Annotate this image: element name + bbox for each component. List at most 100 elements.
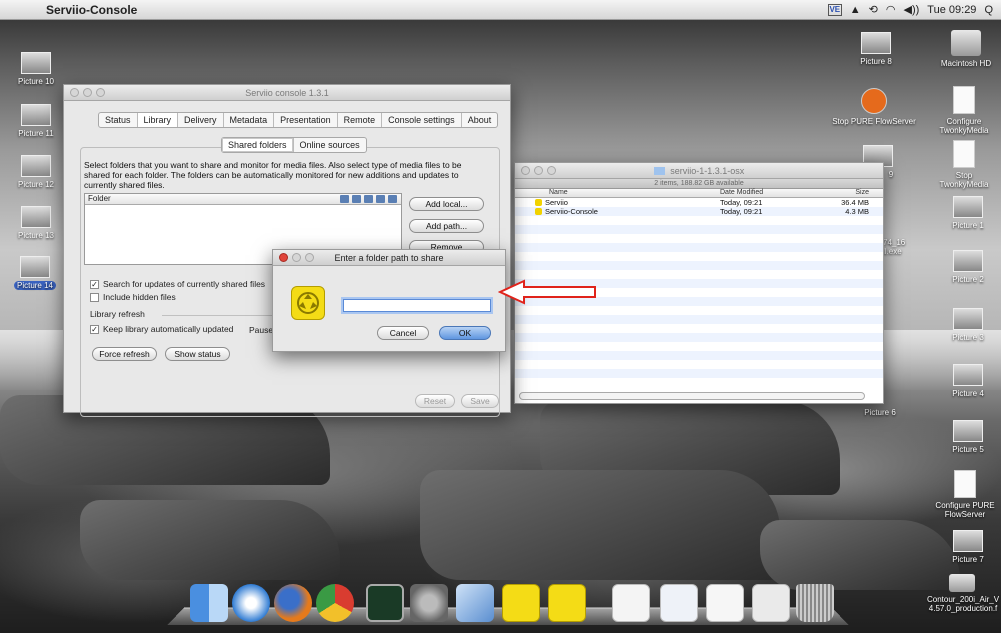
input-menu-icon[interactable]: VE (827, 3, 842, 16)
finder-titlebar[interactable]: serviio-1-1.3.1-osx (515, 163, 883, 179)
trash-icon[interactable] (796, 584, 834, 622)
stack-icon[interactable] (706, 584, 744, 622)
include-hidden-label: Include hidden files (103, 292, 176, 302)
show-status-button[interactable]: Show status (165, 347, 230, 361)
dialog-titlebar[interactable]: Enter a folder path to share (273, 250, 505, 266)
zoom-icon[interactable] (96, 88, 105, 97)
time-machine-icon[interactable]: ⟲ (869, 3, 878, 16)
tab-about[interactable]: About (462, 113, 498, 127)
chrome-icon[interactable] (316, 584, 354, 622)
minimize-icon[interactable] (83, 88, 92, 97)
add-local-button[interactable]: Add local... (409, 197, 484, 211)
keep-updated-checkbox[interactable]: ✓ Keep library automatically updated (90, 324, 233, 334)
desktop-icon[interactable]: Picture 4 (940, 364, 996, 398)
horizontal-scrollbar[interactable] (519, 392, 865, 400)
tab-remote[interactable]: Remote (338, 113, 383, 127)
app-menu[interactable]: Serviio-Console (46, 3, 137, 17)
library-intro-text: Select folders that you want to share an… (84, 160, 462, 190)
pause-label: Pause (249, 325, 274, 335)
desktop-icon[interactable]: Stop PURE FlowServer (828, 88, 920, 126)
folder-path-input[interactable] (343, 299, 491, 312)
desktop-icon[interactable]: Picture 13 (12, 206, 60, 240)
image-file-icon (953, 420, 983, 442)
tab-library[interactable]: Library (137, 113, 179, 127)
desktop-icon-label: Configure PURE FlowServer (935, 501, 995, 519)
stack-icon[interactable] (752, 584, 790, 622)
hard-drive-icon (951, 30, 981, 56)
console-titlebar[interactable]: Serviio console 1.3.1 (64, 85, 510, 101)
file-name: Serviio (545, 198, 568, 207)
volume-icon[interactable]: ◀)) (904, 3, 920, 16)
desktop-icon[interactable]: Picture 2 (940, 250, 996, 284)
minimize-icon[interactable] (292, 253, 301, 262)
file-row[interactable]: Serviio-Console Today, 09:21 4.3 MB (515, 207, 883, 216)
desktop-icon[interactable]: 74_16 ll.exe (880, 238, 912, 256)
image-file-icon (953, 530, 983, 552)
column-size[interactable]: Size (855, 189, 869, 196)
file-date: Today, 09:21 (720, 198, 763, 207)
zoom-icon[interactable] (547, 166, 556, 175)
serviio-console-icon[interactable] (548, 584, 586, 622)
preview-icon[interactable] (456, 584, 494, 622)
tab-shared-folders[interactable]: Shared folders (222, 138, 294, 152)
zoom-icon[interactable] (305, 253, 314, 262)
ok-button[interactable]: OK (439, 326, 491, 340)
reset-button[interactable]: Reset (415, 394, 455, 408)
window-controls (521, 166, 556, 175)
desktop-icon[interactable]: Picture 10 (12, 52, 60, 86)
desktop-icon[interactable]: Picture 8 (848, 32, 904, 66)
stack-icon[interactable] (660, 584, 698, 622)
desktop-icon[interactable]: Picture 12 (12, 155, 60, 189)
desktop-icon[interactable]: Picture 6 (852, 408, 908, 417)
column-date[interactable]: Date Modified (720, 189, 763, 196)
spotlight-icon[interactable]: Q (984, 4, 993, 16)
add-path-button[interactable]: Add path... (409, 219, 484, 233)
tab-status[interactable]: Status (99, 113, 138, 127)
desktop-icon[interactable]: Picture 3 (940, 308, 996, 342)
desktop-icon[interactable]: Picture 7 (940, 530, 996, 564)
main-tabs: Status Library Delivery Metadata Present… (98, 112, 499, 128)
tab-delivery[interactable]: Delivery (178, 113, 224, 127)
activity-monitor-icon[interactable] (366, 584, 404, 622)
desktop-icon[interactable]: Configure PURE FlowServer (930, 470, 1000, 519)
force-refresh-button[interactable]: Force refresh (92, 347, 157, 361)
desktop-icon[interactable]: Picture 1 (940, 196, 996, 230)
image-file-icon (21, 155, 51, 177)
menu-extras: VE ▲ ⟲ ◠ ◀)) Tue 09:29 Q (827, 3, 1001, 16)
finder-icon[interactable] (190, 584, 228, 622)
close-icon[interactable] (70, 88, 79, 97)
close-icon[interactable] (521, 166, 530, 175)
desktop-icon[interactable]: Picture 5 (940, 420, 996, 454)
serviio-icon[interactable] (502, 584, 540, 622)
firefox-icon[interactable] (274, 584, 312, 622)
file-row[interactable]: Serviio Today, 09:21 36.4 MB (515, 198, 883, 207)
include-hidden-checkbox[interactable]: Include hidden files (90, 292, 176, 302)
eject-icon[interactable]: ▲ (850, 4, 861, 16)
tab-metadata[interactable]: Metadata (224, 113, 275, 127)
tab-presentation[interactable]: Presentation (274, 113, 338, 127)
desktop-icon[interactable]: Macintosh HD (934, 30, 998, 68)
close-icon[interactable] (279, 253, 288, 262)
tab-online-sources[interactable]: Online sources (294, 138, 366, 152)
library-subtabs: Shared folders Online sources (221, 137, 367, 153)
desktop-icon[interactable]: Picture 14 (8, 256, 62, 290)
serviio-logo-icon (291, 286, 325, 320)
tab-console-settings[interactable]: Console settings (382, 113, 462, 127)
safari-icon[interactable] (232, 584, 270, 622)
minimize-icon[interactable] (534, 166, 543, 175)
stack-icon[interactable] (612, 584, 650, 622)
menu-clock[interactable]: Tue 09:29 (927, 4, 976, 16)
system-preferences-icon[interactable] (410, 584, 448, 622)
desktop-icon[interactable]: Configure TwonkyMedia (930, 86, 998, 135)
desktop-icon[interactable]: Stop TwonkyMedia (928, 140, 1000, 189)
cancel-button[interactable]: Cancel (377, 326, 429, 340)
save-button[interactable]: Save (461, 394, 499, 408)
desktop-icon[interactable]: Contour_200i_Air_V 4.57.0_production.f (924, 574, 1000, 613)
wifi-icon[interactable]: ◠ (886, 3, 896, 16)
desktop-icon-label: Configure TwonkyMedia (939, 117, 989, 135)
finder-status: 2 items, 188.82 GB available (515, 179, 883, 189)
desktop-icon[interactable]: Picture 11 (12, 104, 60, 138)
search-updates-checkbox[interactable]: ✓ Search for updates of currently shared… (90, 279, 265, 289)
file-date: Today, 09:21 (720, 207, 763, 216)
column-name[interactable]: Name (549, 189, 568, 196)
